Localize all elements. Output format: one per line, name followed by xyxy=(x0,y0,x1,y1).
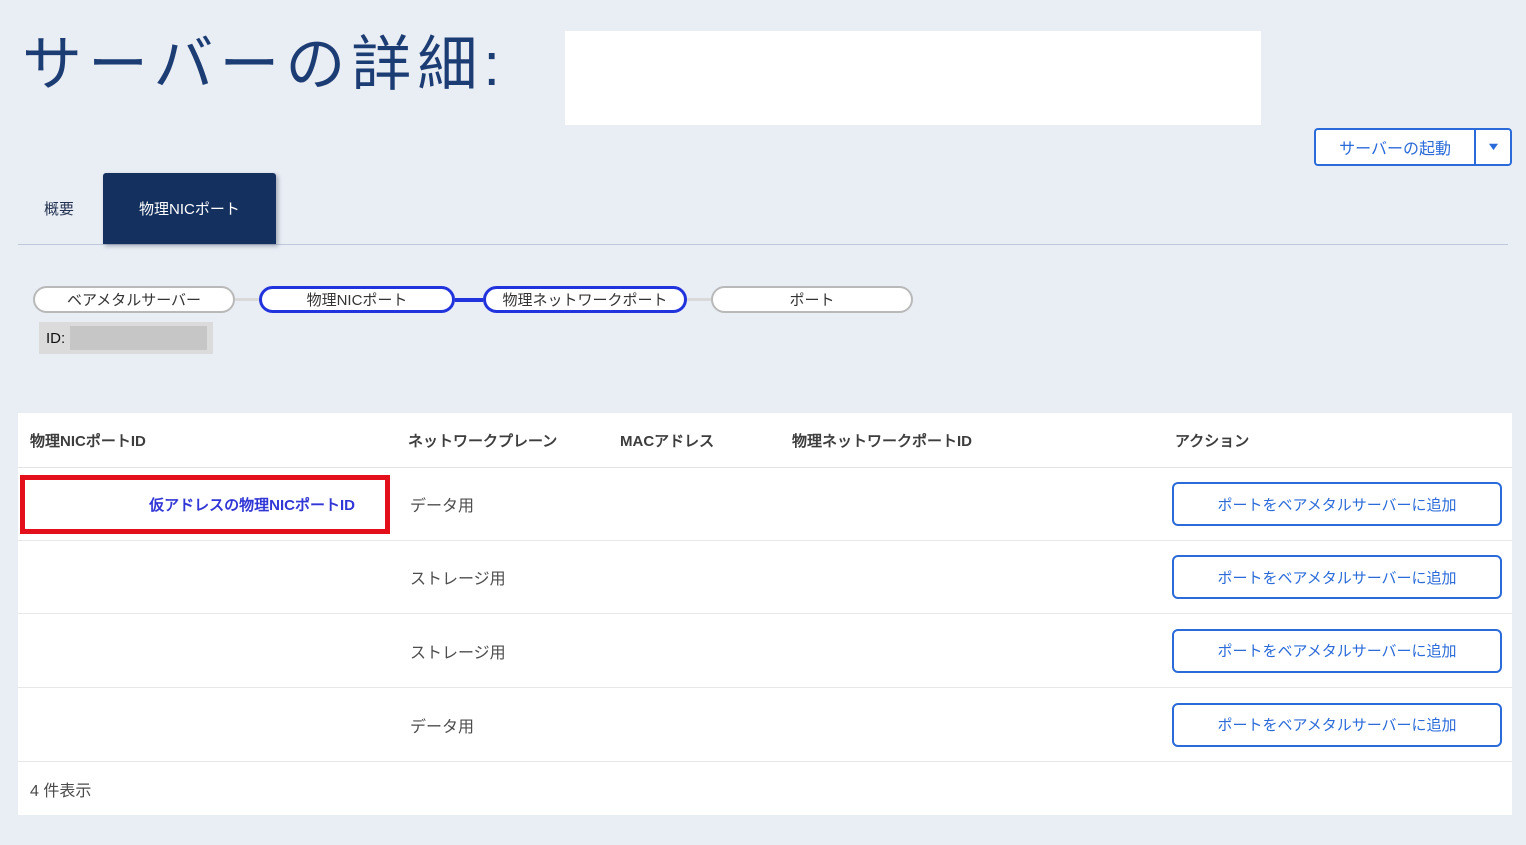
id-label: ID: xyxy=(46,329,66,347)
flow-connector xyxy=(687,298,711,301)
table-header-row: 物理NICポートID ネットワークプレーン MACアドレス 物理ネットワークポー… xyxy=(18,413,1512,468)
flow-node-baremetal-server[interactable]: ベアメタルサーバー xyxy=(33,286,235,313)
table-row: 仮アドレスの物理NICポートID データ用 ポートをベアメタルサーバーに追加 xyxy=(18,468,1512,541)
resource-flow-diagram: ベアメタルサーバー 物理NICポート 物理ネットワークポート ポート xyxy=(33,286,913,313)
network-plane-cell: ストレージ用 xyxy=(410,644,506,662)
network-plane-cell: データ用 xyxy=(410,498,475,515)
tab-overview[interactable]: 概要 xyxy=(25,173,93,244)
nic-port-id-link[interactable]: 仮アドレスの物理NICポートID xyxy=(149,494,355,515)
column-header-network-plane: ネットワークプレーン xyxy=(408,432,558,450)
highlight-annotation-box: 仮アドレスの物理NICポートID xyxy=(20,475,390,534)
flow-node-physical-nic-port[interactable]: 物理NICポート xyxy=(259,286,455,313)
server-detail-page: サーバーの詳細: サーバーの起動 ▼ 概要 物理NICポート ベアメタルサーバー… xyxy=(0,0,1526,845)
column-header-mac-address: MACアドレス xyxy=(620,432,715,450)
network-plane-cell: ストレージ用 xyxy=(410,571,506,588)
server-name-redacted-box xyxy=(565,31,1261,125)
nic-port-table: 物理NICポートID ネットワークプレーン MACアドレス 物理ネットワークポー… xyxy=(18,413,1512,815)
server-start-button[interactable]: サーバーの起動 xyxy=(1314,128,1474,166)
tab-bar: 概要 物理NICポート xyxy=(18,173,1508,245)
table-row: ストレージ用 ポートをベアメタルサーバーに追加 xyxy=(18,541,1512,614)
flow-connector-active xyxy=(455,297,483,302)
add-port-button[interactable]: ポートをベアメタルサーバーに追加 xyxy=(1172,555,1502,599)
table-footer: 4 件表示 xyxy=(18,762,1512,815)
server-id-redacted xyxy=(70,326,207,350)
network-plane-cell: データ用 xyxy=(410,718,475,736)
row-count-label: 4 件表示 xyxy=(30,782,92,800)
column-header-nic-port-id: 物理NICポートID xyxy=(30,432,146,450)
chevron-down-icon: ▼ xyxy=(1485,140,1501,153)
add-port-button[interactable]: ポートをベアメタルサーバーに追加 xyxy=(1172,482,1502,526)
column-header-network-port-id: 物理ネットワークポートID xyxy=(792,432,973,450)
flow-node-physical-network-port[interactable]: 物理ネットワークポート xyxy=(483,286,687,313)
tab-physical-nic-port[interactable]: 物理NICポート xyxy=(103,173,276,244)
table-row: ストレージ用 ポートをベアメタルサーバーに追加 xyxy=(18,614,1512,688)
add-port-button[interactable]: ポートをベアメタルサーバーに追加 xyxy=(1172,702,1502,747)
add-port-button[interactable]: ポートをベアメタルサーバーに追加 xyxy=(1172,628,1502,673)
table-row: データ用 ポートをベアメタルサーバーに追加 xyxy=(18,688,1512,762)
flow-connector xyxy=(235,298,259,301)
flow-node-port[interactable]: ポート xyxy=(711,286,913,313)
column-header-actions: アクション xyxy=(1175,432,1250,450)
server-start-button-group: サーバーの起動 ▼ xyxy=(1314,128,1512,166)
page-title: サーバーの詳細: xyxy=(22,31,507,98)
server-id-field: ID: xyxy=(39,322,213,354)
server-actions-dropdown-button[interactable]: ▼ xyxy=(1474,128,1512,166)
